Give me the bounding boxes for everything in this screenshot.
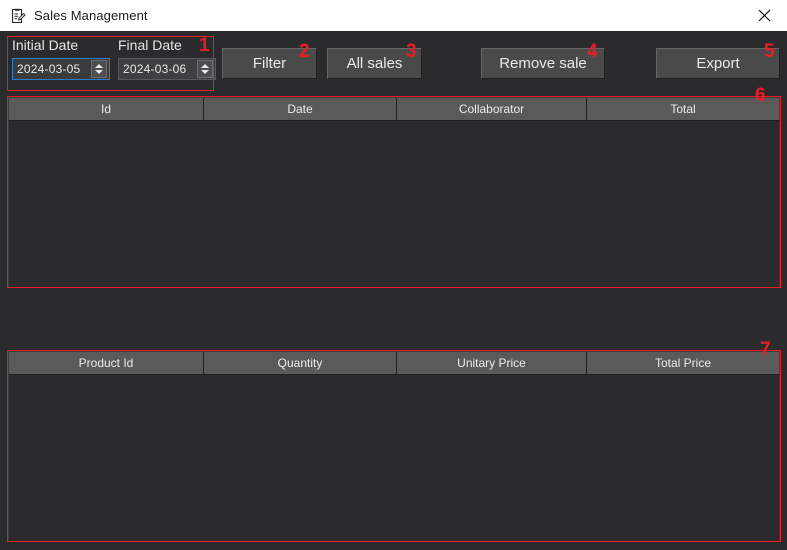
clipboard-pen-icon (10, 8, 26, 24)
products-table: Product Id Quantity Unitary Price Total … (8, 351, 780, 541)
initial-date-spinner[interactable] (91, 60, 107, 78)
title-bar: Sales Management (0, 0, 787, 32)
remove-sale-button[interactable]: Remove sale (481, 48, 605, 79)
spinner-down-icon[interactable] (95, 70, 103, 74)
sales-header-date[interactable]: Date (204, 98, 397, 120)
initial-date-value: 2024-03-05 (13, 62, 91, 76)
close-button[interactable] (741, 0, 787, 31)
sales-header-total[interactable]: Total (587, 98, 779, 120)
sales-header-collaborator[interactable]: Collaborator (397, 98, 587, 120)
date-range-group: Initial Date 2024-03-05 Final Date 2024-… (8, 36, 216, 88)
window-title: Sales Management (34, 8, 148, 23)
final-date-field: Final Date 2024-03-06 (118, 36, 216, 80)
products-table-header-row: Product Id Quantity Unitary Price Total … (9, 352, 779, 375)
sales-header-id[interactable]: Id (9, 98, 204, 120)
all-sales-button[interactable]: All sales (327, 48, 422, 79)
filter-button[interactable]: Filter (222, 48, 317, 79)
sales-table: Id Date Collaborator Total (8, 97, 780, 287)
initial-date-input[interactable]: 2024-03-05 (12, 58, 110, 80)
products-header-product-id[interactable]: Product Id (9, 352, 204, 374)
products-table-body[interactable] (9, 375, 779, 541)
products-header-total-price[interactable]: Total Price (587, 352, 779, 374)
spinner-up-icon[interactable] (95, 64, 103, 68)
spinner-up-icon[interactable] (201, 64, 209, 68)
sales-table-body[interactable] (9, 121, 779, 287)
initial-date-label: Initial Date (12, 36, 110, 55)
products-header-quantity[interactable]: Quantity (204, 352, 397, 374)
spinner-down-icon[interactable] (201, 70, 209, 74)
initial-date-field: Initial Date 2024-03-05 (12, 36, 110, 80)
toolbar: Initial Date 2024-03-05 Final Date 2024-… (0, 31, 787, 94)
final-date-label: Final Date (118, 36, 216, 55)
final-date-value: 2024-03-06 (119, 62, 197, 76)
close-icon (758, 9, 771, 22)
sales-management-window: Sales Management Initial Date 2024-03-05 (0, 0, 787, 550)
export-button[interactable]: Export (656, 48, 780, 79)
final-date-input[interactable]: 2024-03-06 (118, 58, 216, 80)
final-date-spinner[interactable] (197, 60, 213, 78)
products-header-unitary-price[interactable]: Unitary Price (397, 352, 587, 374)
sales-table-header-row: Id Date Collaborator Total (9, 98, 779, 121)
